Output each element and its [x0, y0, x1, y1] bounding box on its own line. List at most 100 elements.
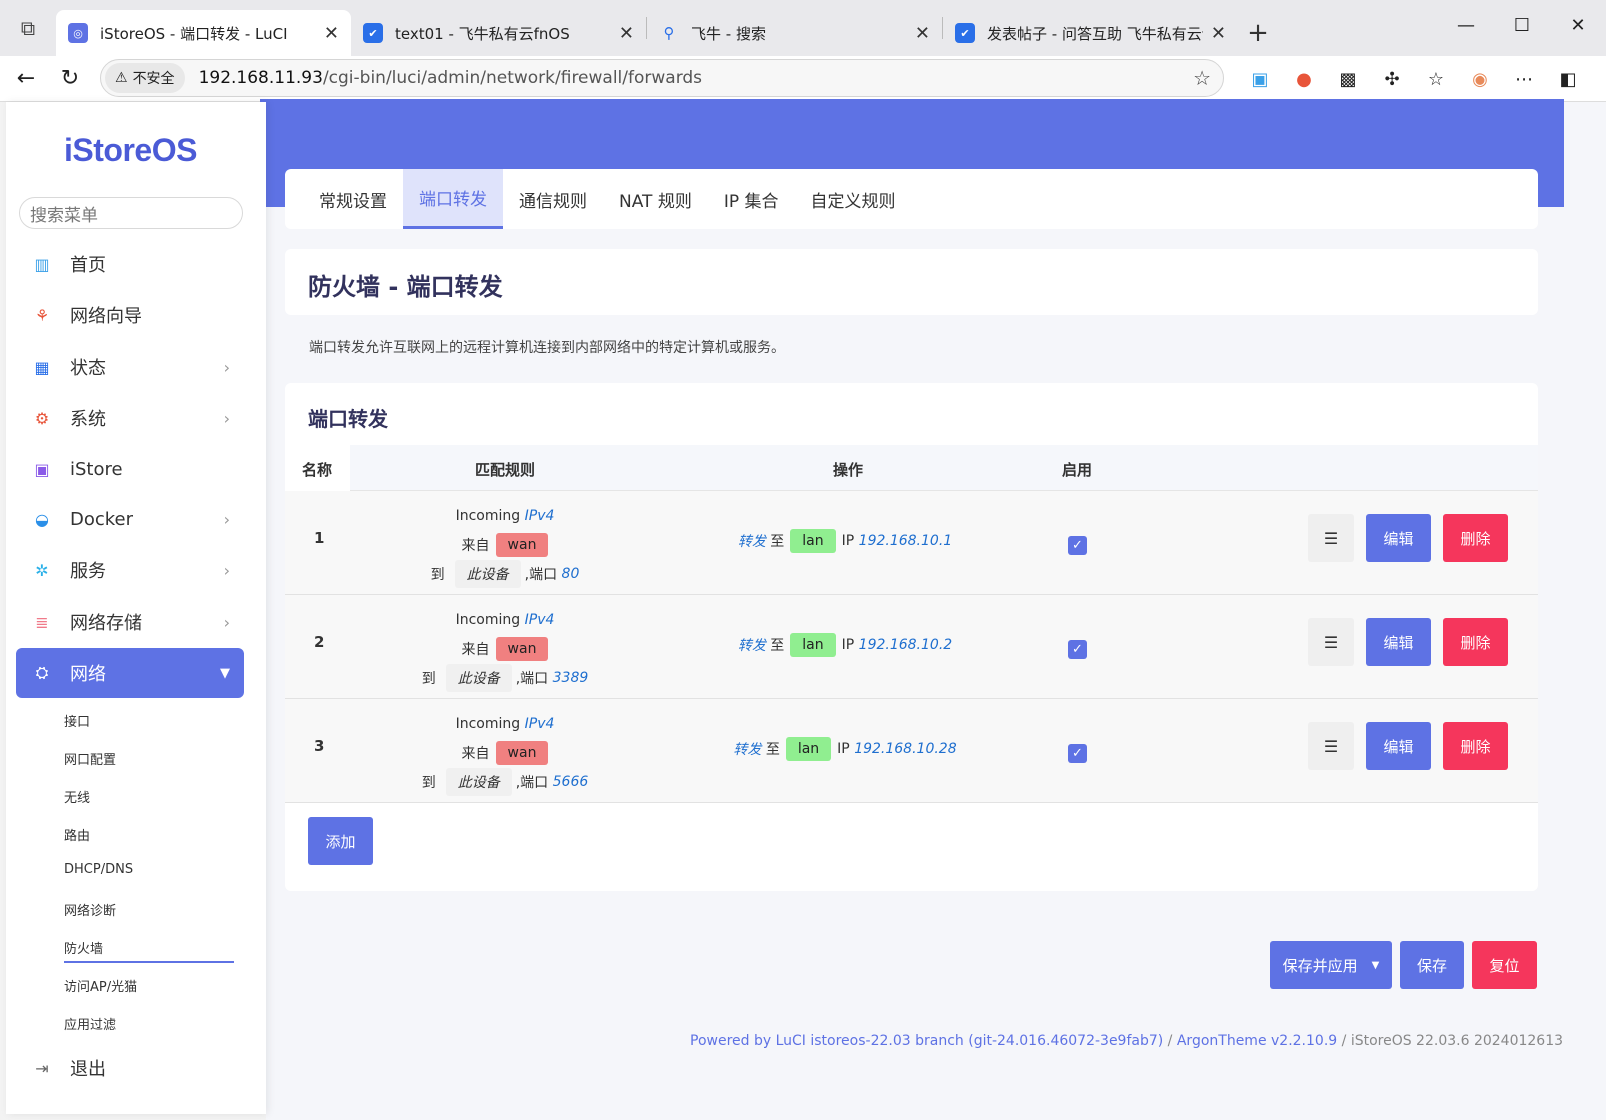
- tab-custom-rules[interactable]: 自定义规则: [795, 169, 912, 229]
- sidebar-item-logout[interactable]: ⇥ 退出: [16, 1043, 244, 1093]
- color-extension-icon[interactable]: ●: [1282, 69, 1326, 90]
- footer-luci-link[interactable]: Powered by LuCI istoreos-22.03 branch (g…: [690, 1033, 1163, 1049]
- delete-button[interactable]: 删除: [1443, 722, 1508, 770]
- delete-button[interactable]: 删除: [1443, 514, 1508, 562]
- browser-tab-4[interactable]: ✔ 发表帖子 - 问答互助 飞牛私有云论 ✕: [943, 10, 1238, 56]
- menu-search-input[interactable]: 搜索菜单: [19, 197, 243, 229]
- browser-tab-title: iStoreOS - 端口转发 - LuCI: [100, 24, 288, 43]
- translate-extension-icon[interactable]: ▣: [1238, 69, 1282, 90]
- edit-button[interactable]: 编辑: [1366, 722, 1431, 770]
- sidebar-item-label: 网络: [70, 664, 106, 685]
- table-header: 名称 匹配规则 操作 启用: [285, 445, 1538, 491]
- warning-icon: ⚠: [115, 70, 128, 86]
- forward-label: 转发: [733, 742, 762, 758]
- refresh-icon[interactable]: ↻: [48, 59, 92, 99]
- edit-button[interactable]: 编辑: [1366, 514, 1431, 562]
- minimize-icon[interactable]: —: [1438, 0, 1494, 50]
- page-description: 端口转发允许互联网上的远程计算机连接到内部网络中的特定计算机或服务。: [309, 340, 785, 356]
- reset-button[interactable]: 复位: [1472, 941, 1537, 989]
- drag-handle-button[interactable]: ☰: [1308, 722, 1354, 770]
- tab-traffic-rules[interactable]: 通信规则: [503, 169, 603, 229]
- sidebar-sub-port-config[interactable]: 网口配置: [64, 749, 116, 768]
- device-badge: 此设备: [445, 767, 512, 796]
- firewall-tabs: 常规设置 端口转发 通信规则 NAT 规则 IP 集合 自定义规则: [285, 169, 1538, 229]
- match-rule: Incoming IPv4 来自 wan 到此设备 ,端口 80: [405, 501, 605, 588]
- edit-button[interactable]: 编辑: [1366, 618, 1431, 666]
- sidebar-toggle-icon[interactable]: ◧: [1546, 69, 1590, 90]
- zone-badge-lan: lan: [790, 529, 836, 553]
- family-value: IPv4: [524, 507, 555, 524]
- caret-down-icon[interactable]: ▼: [1372, 960, 1380, 971]
- sidebar-item-wizard[interactable]: ⚘ 网络向导: [16, 290, 244, 340]
- tab-nat-rules[interactable]: NAT 规则: [603, 169, 708, 229]
- drag-handle-button[interactable]: ☰: [1308, 618, 1354, 666]
- sidebar-sub-dhcp-dns[interactable]: DHCP/DNS: [64, 862, 133, 877]
- extensions-puzzle-icon[interactable]: ✣: [1370, 69, 1414, 90]
- browser-tab-3[interactable]: ⚲ 飞牛 - 搜索 ✕: [647, 10, 942, 56]
- header-name: 名称: [302, 461, 333, 479]
- sidebar-item-services[interactable]: ✲ 服务 ›: [16, 545, 244, 595]
- game-extension-icon[interactable]: ▩: [1326, 69, 1370, 90]
- header-match: 匹配规则: [475, 461, 536, 479]
- ip-value: 192.168.10.28: [854, 741, 957, 757]
- sidebar-sub-app-filter[interactable]: 应用过滤: [64, 1014, 116, 1033]
- enable-checkbox[interactable]: ✓: [1068, 640, 1087, 659]
- maximize-icon[interactable]: ☐: [1494, 0, 1550, 50]
- close-icon[interactable]: ✕: [324, 23, 339, 44]
- device-badge: 此设备: [454, 559, 521, 588]
- browser-tab-2[interactable]: ✔ text01 - 飞牛私有云fnOS ✕: [351, 10, 646, 56]
- insecure-label: 不安全: [132, 71, 175, 87]
- ip-value: 192.168.10.2: [858, 637, 953, 653]
- favorites-icon[interactable]: ☆: [1414, 69, 1458, 90]
- tab-port-forwards[interactable]: 端口转发: [403, 169, 503, 229]
- save-button[interactable]: 保存: [1400, 941, 1464, 989]
- profile-avatar-icon[interactable]: ◉: [1458, 69, 1502, 90]
- new-tab-button[interactable]: +: [1238, 10, 1278, 56]
- enable-checkbox[interactable]: ✓: [1068, 744, 1087, 763]
- more-menu-icon[interactable]: ⋯: [1502, 69, 1546, 90]
- add-rule-button[interactable]: 添加: [308, 817, 373, 865]
- tab-ip-sets[interactable]: IP 集合: [708, 169, 795, 229]
- close-icon[interactable]: ✕: [1211, 23, 1226, 44]
- workspaces-icon[interactable]: ⧉: [0, 0, 56, 56]
- delete-button[interactable]: 删除: [1443, 618, 1508, 666]
- insecure-badge[interactable]: ⚠ 不安全: [105, 63, 185, 93]
- to-label: 至: [770, 638, 785, 654]
- enable-checkbox[interactable]: ✓: [1068, 536, 1087, 555]
- close-icon[interactable]: ✕: [619, 23, 634, 44]
- browser-tab-1[interactable]: ◎ iStoreOS - 端口转发 - LuCI ✕: [56, 10, 351, 56]
- port-value: 5666: [552, 773, 589, 790]
- footer-theme-link[interactable]: ArgonTheme v2.2.10.9: [1177, 1033, 1337, 1049]
- sidebar-item-label: 退出: [70, 1059, 106, 1080]
- favorite-star-icon[interactable]: ☆: [1193, 66, 1211, 90]
- sidebar-sub-wireless[interactable]: 无线: [64, 787, 90, 806]
- logo[interactable]: iStoreOS: [64, 132, 197, 169]
- save-apply-button[interactable]: 保存并应用 ▼: [1270, 941, 1392, 989]
- ip-value: 192.168.10.1: [858, 533, 953, 549]
- sidebar-item-system[interactable]: ⚙ 系统 ›: [16, 393, 244, 443]
- sidebar-item-istore[interactable]: ▣ iStore: [16, 444, 244, 494]
- table-row: 1 Incoming IPv4 来自 wan 到此设备 ,端口 80 转发 至 la…: [285, 491, 1538, 595]
- from-label: 来自: [461, 641, 490, 658]
- sidebar-item-home[interactable]: ▥ 首页: [16, 239, 244, 289]
- sidebar-item-network[interactable]: ⛭ 网络 ▼: [16, 648, 244, 698]
- drag-handle-button[interactable]: ☰: [1308, 514, 1354, 562]
- sidebar-sub-interfaces[interactable]: 接口: [64, 711, 90, 730]
- close-icon[interactable]: ✕: [915, 23, 930, 44]
- zone-badge-lan: lan: [785, 737, 832, 761]
- sidebar-sub-firewall[interactable]: 防火墙: [64, 938, 103, 957]
- url-field[interactable]: ⚠ 不安全 192.168.11.93/cgi-bin/luci/admin/ne…: [100, 59, 1224, 97]
- family-value: IPv4: [524, 611, 555, 628]
- sidebar-sub-diagnostics[interactable]: 网络诊断: [64, 900, 116, 919]
- docker-icon: ◒: [35, 509, 49, 529]
- close-window-icon[interactable]: ✕: [1550, 0, 1606, 50]
- sidebar-item-docker[interactable]: ◒ Docker ›: [16, 494, 244, 544]
- sidebar-item-status[interactable]: ▦ 状态 ›: [16, 342, 244, 392]
- sidebar-item-storage[interactable]: ≣ 网络存储 ›: [16, 597, 244, 647]
- port-label: ,端口: [515, 670, 549, 687]
- sidebar-sub-routes[interactable]: 路由: [64, 825, 90, 844]
- zone-badge-wan: wan: [495, 740, 549, 765]
- back-icon[interactable]: ←: [4, 59, 48, 99]
- sidebar-sub-access-ap[interactable]: 访问AP/光猫: [64, 976, 137, 995]
- tab-general[interactable]: 常规设置: [303, 169, 403, 229]
